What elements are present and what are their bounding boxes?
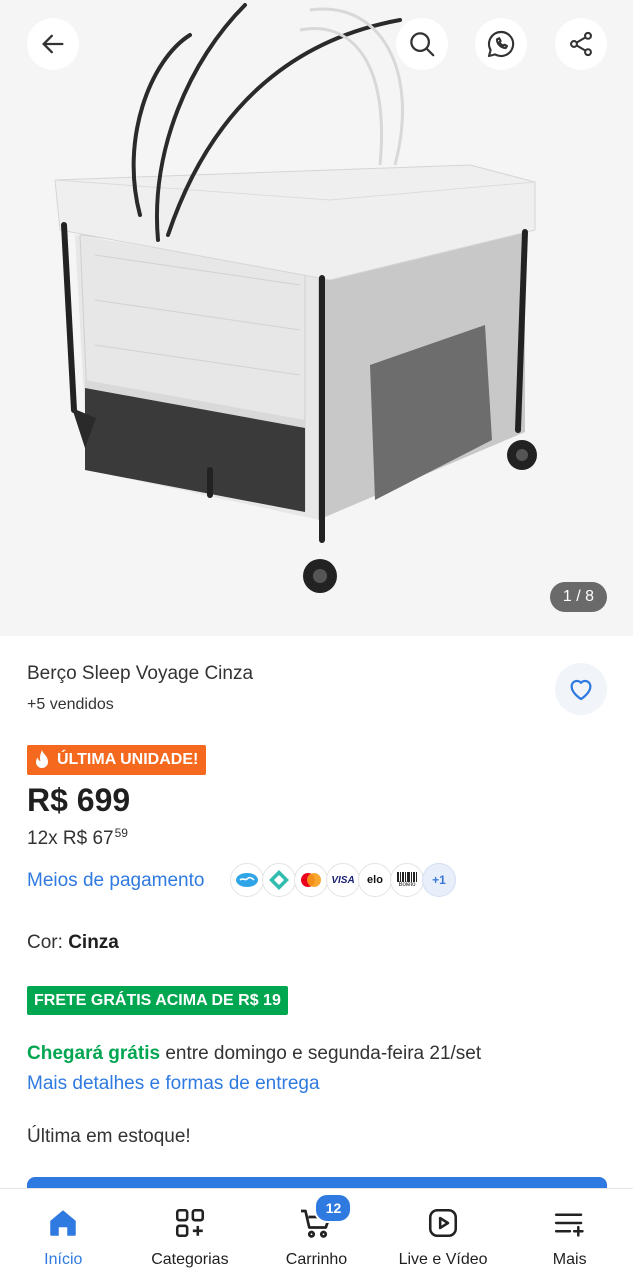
tab-live-video[interactable]: Live e Vídeo [380, 1189, 507, 1281]
tab-home-label: Início [44, 1251, 83, 1268]
color-selection[interactable]: Cor: Cinza [27, 932, 119, 954]
boleto-label: Boleto [398, 882, 416, 888]
last-unit-label: ÚLTIMA UNIDADE! [57, 751, 199, 768]
payment-icons[interactable]: VISA elo Boleto +1 [230, 863, 456, 897]
product-title: Berço Sleep Voyage Cinza [27, 663, 254, 684]
menu-add-icon [554, 1213, 584, 1237]
cart-count-badge: 12 [314, 1193, 353, 1223]
share-icon [570, 31, 592, 57]
pix-icon [262, 863, 296, 897]
favorite-button[interactable] [555, 663, 607, 715]
whatsapp-icon [487, 30, 515, 58]
color-label: Cor: [27, 932, 69, 953]
mastercard-icon [294, 863, 328, 897]
whatsapp-button[interactable] [475, 18, 527, 70]
product-image-gallery[interactable]: 1 / 8 [0, 0, 633, 636]
home-icon [50, 1210, 77, 1236]
image-counter: 1 / 8 [549, 582, 607, 612]
tab-more[interactable]: Mais [506, 1189, 633, 1281]
back-button[interactable] [27, 18, 79, 70]
installment-cents: 59 [114, 826, 128, 840]
delivery-details-link[interactable]: Mais detalhes e formas de entrega [27, 1073, 320, 1095]
price: R$ 699 [27, 782, 131, 818]
mercadopago-icon [230, 863, 264, 897]
delivery-free-label: Chegará grátis [27, 1043, 161, 1064]
back-arrow-icon [42, 34, 64, 54]
tab-categories-label: Categorias [151, 1251, 229, 1268]
delivery-date: entre domingo e segunda-feira 21/set [160, 1043, 482, 1064]
more-payment-methods[interactable]: +1 [422, 863, 456, 897]
search-icon [410, 32, 435, 57]
fire-icon [36, 750, 48, 768]
share-button[interactable] [555, 18, 607, 70]
tab-cart[interactable]: 12 Carrinho [253, 1189, 380, 1281]
sold-count: +5 vendidos [27, 696, 114, 713]
categories-icon [175, 1208, 204, 1238]
color-value: Cinza [68, 932, 119, 953]
installment-amount: 12x R$ 67 [27, 828, 114, 849]
delivery-info: Chegará grátis entre domingo e segunda-f… [27, 1043, 481, 1065]
stock-status: Última em estoque! [27, 1126, 191, 1147]
bottom-tab-bar: Início Categorias 12 Carrinho Live e Víd… [0, 1188, 633, 1281]
tab-categories[interactable]: Categorias [127, 1189, 254, 1281]
free-shipping-badge: FRETE GRÁTIS ACIMA DE R$ 19 [27, 986, 288, 1015]
product-image [54, 3, 537, 593]
heart-icon [570, 679, 592, 701]
tab-cart-label: Carrinho [285, 1251, 348, 1268]
payment-methods-link[interactable]: Meios de pagamento [27, 870, 204, 892]
search-button[interactable] [396, 18, 448, 70]
boleto-icon: Boleto [390, 863, 424, 897]
tab-live-video-label: Live e Vídeo [398, 1251, 488, 1268]
play-video-icon [429, 1208, 458, 1238]
last-unit-badge: ÚLTIMA UNIDADE! [27, 745, 207, 775]
tab-home[interactable]: Início [0, 1189, 127, 1281]
elo-icon: elo [358, 863, 392, 897]
visa-icon: VISA [326, 863, 360, 897]
tab-more-label: Mais [552, 1251, 587, 1268]
installment-info: 12x R$ 6759 [27, 826, 128, 850]
